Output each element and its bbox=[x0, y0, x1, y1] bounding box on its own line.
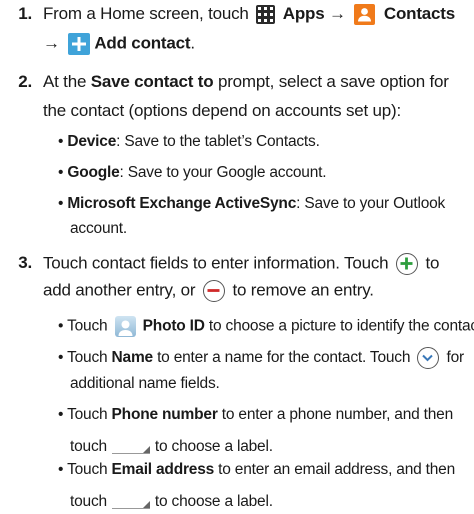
bullet-name-cont: additional name fields. bbox=[70, 374, 220, 392]
bullet-exchange-cont: account. bbox=[70, 220, 127, 238]
step-2-text-post: prompt, select a save option for bbox=[217, 72, 449, 92]
instructions-document: 1. From a Home screen, touch Apps → Cont… bbox=[0, 0, 474, 514]
step-3-text-post: to bbox=[425, 253, 440, 273]
contacts-icon bbox=[354, 3, 376, 25]
bullet-phone-cont: touch to choose a label. bbox=[70, 433, 273, 456]
step-3-text-2: add another entry, or bbox=[43, 280, 196, 300]
bullet: • bbox=[58, 163, 64, 181]
step-3-text-2-post: to remove an entry. bbox=[232, 280, 374, 300]
google-label: Google bbox=[67, 163, 120, 181]
step-2-text-2: the contact (options depend on accounts … bbox=[43, 100, 402, 120]
name-text: to enter a name for the contact. Touch bbox=[157, 349, 411, 367]
bullet-email-cont: touch to choose a label. bbox=[70, 488, 273, 511]
bullet-photo-id: • Touch Photo ID to choose a picture to … bbox=[58, 316, 474, 338]
bullet: • bbox=[58, 461, 64, 479]
label-dropdown-icon bbox=[111, 488, 150, 510]
add-contact-label: Add contact bbox=[94, 33, 191, 53]
bullet-phone: • Touch Phone number to enter a phone nu… bbox=[58, 406, 453, 424]
step-3-number: 3. bbox=[18, 253, 32, 273]
touch-text: touch bbox=[70, 493, 107, 511]
contacts-label: Contacts bbox=[383, 3, 456, 23]
apps-label: Apps bbox=[282, 3, 325, 23]
bullet-device: • Device: Save to the tablet’s Contacts. bbox=[58, 133, 320, 151]
chevron-down-circle-icon bbox=[417, 347, 440, 370]
step-2-number: 2. bbox=[18, 72, 32, 92]
step-1-number: 1. bbox=[18, 3, 32, 23]
google-text: : Save to your Google account. bbox=[119, 163, 327, 181]
bullet-email: • Touch Email address to enter an email … bbox=[58, 461, 455, 479]
bullet: • bbox=[58, 132, 64, 150]
email-text: to enter an email address, and then bbox=[218, 461, 456, 479]
apps-grid-icon bbox=[256, 4, 276, 24]
arrow: → bbox=[329, 3, 346, 23]
step-3-text: Touch contact fields to enter informatio… bbox=[43, 253, 389, 273]
phone-text-cont: to choose a label. bbox=[154, 437, 273, 455]
bullet: • bbox=[58, 349, 64, 367]
save-contact-to-label: Save contact to bbox=[90, 72, 214, 92]
photo-id-icon bbox=[114, 316, 136, 338]
label-dropdown-icon bbox=[111, 433, 150, 454]
email-text-cont: to choose a label. bbox=[154, 493, 273, 511]
bullet-google: • Google: Save to your Google account. bbox=[58, 163, 327, 182]
bullet-name: • Touch Name to enter a name for the con… bbox=[58, 347, 465, 370]
touch-text: touch bbox=[70, 437, 107, 455]
plus-circle-icon bbox=[395, 253, 418, 276]
bullet: • bbox=[58, 317, 64, 335]
period: . bbox=[190, 33, 195, 53]
add-contact-icon bbox=[68, 32, 91, 55]
arrow: → bbox=[43, 33, 60, 53]
bullet: • bbox=[58, 405, 64, 423]
step-1-text: From a Home screen, touch bbox=[43, 3, 249, 23]
minus-circle-icon bbox=[202, 280, 225, 303]
photo-id-label: Photo ID bbox=[142, 317, 205, 335]
step-2-text: At the bbox=[43, 72, 87, 92]
bullet-exchange: • Microsoft Exchange ActiveSync: Save to… bbox=[58, 195, 445, 213]
touch-text: Touch bbox=[67, 405, 108, 423]
name-label: Name bbox=[111, 349, 154, 367]
photo-id-text: to choose a picture to identify the cont… bbox=[208, 317, 474, 335]
device-text: : Save to the tablet’s Contacts. bbox=[116, 132, 320, 150]
email-address-label: Email address bbox=[111, 461, 215, 479]
touch-text: Touch bbox=[67, 349, 108, 367]
touch-text: Touch bbox=[67, 461, 108, 479]
exchange-text: : Save to your Outlook bbox=[296, 194, 446, 212]
phone-number-label: Phone number bbox=[111, 405, 218, 423]
bullet: • bbox=[58, 194, 64, 212]
exchange-label: Microsoft Exchange ActiveSync bbox=[67, 194, 297, 212]
device-label: Device bbox=[67, 132, 117, 150]
phone-text: to enter a phone number, and then bbox=[221, 405, 454, 423]
name-text-after: for bbox=[446, 349, 465, 367]
touch-text: Touch bbox=[67, 317, 108, 335]
